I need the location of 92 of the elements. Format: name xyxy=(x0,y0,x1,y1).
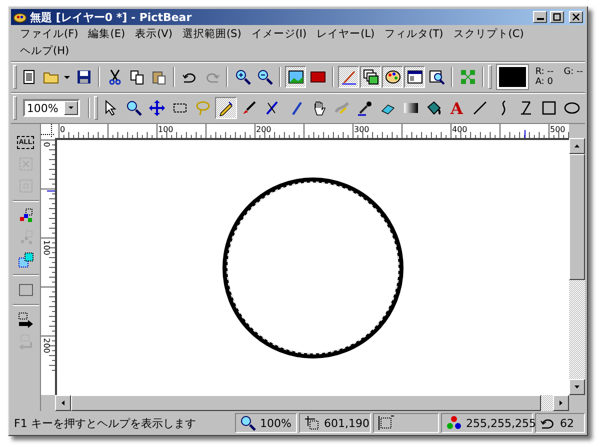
ruler-label: 500 xyxy=(550,125,566,134)
toolbar-button[interactable] xyxy=(404,66,426,88)
palette-icon xyxy=(13,10,27,24)
maximize-button[interactable] xyxy=(550,11,564,23)
history-count: 62 xyxy=(560,416,574,430)
zoom-in-icon xyxy=(234,69,251,85)
line-icon xyxy=(472,100,488,116)
pen-icon xyxy=(264,100,280,116)
selection-return-icon xyxy=(18,334,34,350)
zoom-level: 100% xyxy=(260,416,292,430)
ruler-label: 200 xyxy=(256,125,272,134)
selection-arrow-icon xyxy=(18,312,34,328)
right-arrow-icon xyxy=(557,399,565,407)
up-arrow-icon xyxy=(573,142,581,150)
maximize-icon xyxy=(552,12,562,22)
pencil-icon xyxy=(218,100,234,116)
zoom-out-icon xyxy=(256,69,273,85)
tool-button[interactable]: A xyxy=(446,97,468,119)
magnifier-icon xyxy=(126,100,142,116)
channel-value: G: -- xyxy=(564,67,584,77)
menu-item[interactable]: イメージ(I) xyxy=(246,26,312,43)
ruler-label: 0 xyxy=(60,125,66,134)
down-arrow-icon xyxy=(573,383,581,391)
document-icon xyxy=(21,69,38,85)
colored-dots-icon xyxy=(18,208,34,224)
crosshair-icon xyxy=(304,415,320,431)
vertical-scrollbar[interactable] xyxy=(569,138,585,395)
menu-item[interactable]: ファイル(F) xyxy=(15,26,84,43)
ruler-label: 100 xyxy=(42,240,51,256)
crossed-selection-icon xyxy=(18,156,34,172)
menu-item[interactable]: レイヤー(L) xyxy=(312,26,380,43)
brush-icon xyxy=(340,69,357,85)
close-button[interactable] xyxy=(569,11,583,23)
menu-item[interactable]: フィルタ(T) xyxy=(380,26,448,43)
ruler-label: 0 xyxy=(42,142,51,148)
lasso-icon xyxy=(195,100,212,116)
toolbar-button[interactable] xyxy=(382,66,404,88)
paint-bucket-icon xyxy=(426,100,442,116)
windows-icon xyxy=(406,69,423,85)
curve-icon xyxy=(498,100,507,116)
gradient-icon xyxy=(402,100,419,116)
menu-item[interactable]: 選択範囲(S) xyxy=(177,26,246,43)
eyedropper-icon xyxy=(356,100,373,116)
rectangle-icon xyxy=(540,100,557,116)
minimize-icon xyxy=(536,18,544,20)
color-dots-icon xyxy=(446,415,462,431)
scissors-icon xyxy=(106,69,123,85)
menu-item[interactable]: スクリプト(C) xyxy=(448,26,529,43)
landscape-picture-icon xyxy=(288,69,304,85)
ruler-label: 400 xyxy=(452,125,468,134)
layers-icon xyxy=(362,69,379,85)
tool-button[interactable] xyxy=(215,97,238,119)
magnifier-icon xyxy=(428,69,445,85)
smudge-icon xyxy=(334,100,350,116)
node-tree-icon xyxy=(460,69,476,85)
channel-value: R: -- xyxy=(535,67,554,77)
ruler-label: 100 xyxy=(158,125,174,134)
move-arrows-icon xyxy=(149,100,166,116)
close-icon xyxy=(571,12,581,22)
horizontal-scrollbar[interactable] xyxy=(55,395,569,411)
toolbar-button[interactable] xyxy=(285,66,306,88)
image-canvas[interactable] xyxy=(55,138,569,395)
copy-icon xyxy=(128,69,145,85)
overlapping-squares-icon xyxy=(18,252,34,268)
left-arrow-icon xyxy=(59,399,67,407)
ruler-label: 200 xyxy=(42,338,51,354)
status-message: F1 キーを押すとヘルプを表示します xyxy=(13,416,197,432)
magnifier-icon xyxy=(240,415,256,431)
minimize-button[interactable] xyxy=(533,11,547,23)
paste-icon xyxy=(150,69,167,85)
menu-item[interactable]: ヘルプ(H) xyxy=(15,43,74,60)
ellipse-icon xyxy=(564,100,580,116)
pixel-color: 255,255,255 xyxy=(466,416,536,430)
brush-icon xyxy=(241,100,258,116)
dropdown-caret-icon xyxy=(64,76,70,78)
menu-item[interactable]: 表示(V) xyxy=(130,26,178,43)
color-swatch[interactable] xyxy=(497,65,528,89)
channel-value: A: 0 xyxy=(535,77,554,87)
toolbar-button[interactable] xyxy=(360,66,382,88)
toolbar-button[interactable] xyxy=(338,66,360,88)
cursor-position: 601,190 xyxy=(324,416,370,430)
window-title: 無題 [レイヤー0 *] - PictBear xyxy=(30,10,193,24)
menu-item[interactable]: 編集(E) xyxy=(83,26,130,43)
dropdown-caret-icon xyxy=(67,104,76,112)
selection-size-icon xyxy=(378,415,394,431)
dotted-rectangle-icon xyxy=(18,282,34,298)
dotted-square-icon xyxy=(18,178,34,194)
ruler-label: 300 xyxy=(354,125,370,134)
palette-icon xyxy=(384,69,401,85)
filled-rectangle-icon xyxy=(310,69,326,85)
zoom-dropdown[interactable]: 100% xyxy=(22,99,80,117)
ruler-corner-icon xyxy=(41,124,55,138)
